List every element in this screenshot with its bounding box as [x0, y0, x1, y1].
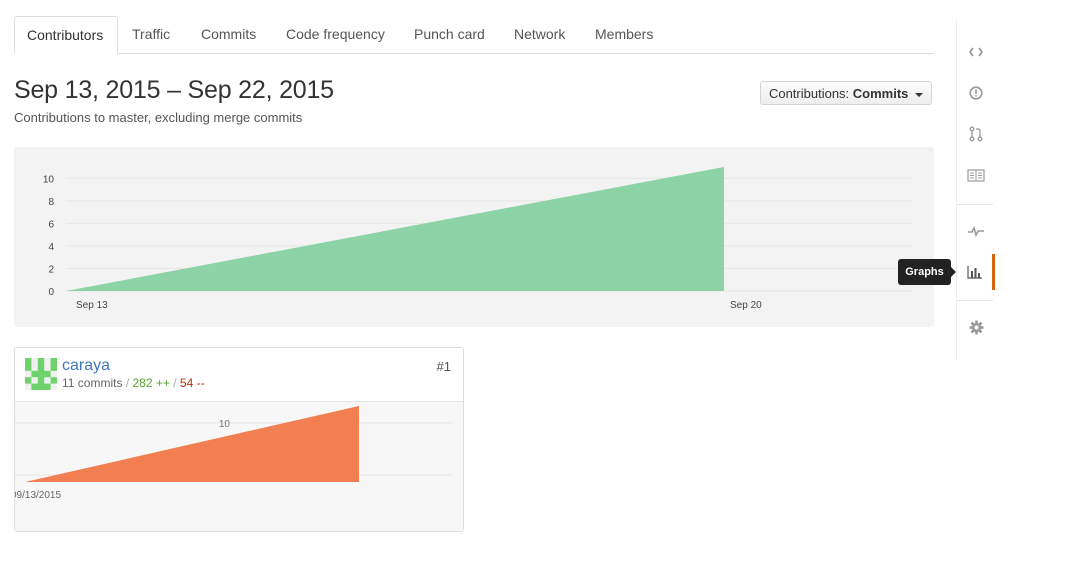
x-tick-label: Sep 13 — [76, 300, 108, 311]
issue-icon — [969, 86, 983, 100]
tab-commits[interactable]: Commits — [189, 16, 268, 53]
x-tick-label: 09/13/2015 — [15, 490, 61, 501]
settings-icon — [968, 319, 984, 335]
x-tick-label: Sep 20 — [730, 300, 762, 311]
date-range-title: Sep 13, 2015 – Sep 22, 2015 — [14, 76, 334, 104]
sidebar-item-code[interactable] — [957, 34, 995, 70]
sidebar-item-graphs[interactable] — [957, 254, 995, 290]
commits-area — [66, 167, 724, 291]
sidebar-item-pull-requests[interactable] — [957, 116, 995, 152]
contributor-name-link[interactable]: caraya — [62, 357, 110, 375]
graphs-tooltip: Graphs — [898, 259, 956, 285]
commits-area — [25, 406, 359, 482]
contributions-select-button[interactable]: Contributions: Commits — [760, 81, 932, 105]
wiki-icon — [967, 168, 985, 182]
stats-separator: / — [125, 376, 130, 390]
contributor-rank: #1 — [436, 359, 451, 374]
contributor-card-header: caraya 11 commits / 282 ++ / 54 -- #1 — [15, 348, 463, 402]
caret-down-icon — [915, 92, 924, 97]
sidebar-item-issues[interactable] — [957, 75, 995, 111]
pulse-icon — [968, 225, 984, 237]
sidebar-item-pulse[interactable] — [957, 213, 995, 249]
stats-separator: / — [173, 376, 177, 390]
sidebar-divider — [957, 204, 993, 205]
tab-members[interactable]: Members — [583, 16, 665, 53]
y-tick-label: 10 — [219, 419, 231, 430]
select-prefix: Contributions: — [768, 86, 850, 101]
pull-request-icon — [969, 126, 983, 142]
sidebar-item-wiki[interactable] — [957, 157, 995, 193]
deletions-count: 54 -- — [179, 376, 205, 390]
contributor-chart: 10 09/13/2015 — [15, 402, 463, 531]
repo-sidebar — [956, 20, 995, 360]
contributor-card: caraya 11 commits / 282 ++ / 54 -- #1 10… — [14, 347, 464, 532]
y-tick-label: 8 — [48, 197, 54, 208]
graph-icon — [966, 266, 982, 279]
tab-punch-card[interactable]: Punch card — [402, 16, 497, 53]
y-tick-label: 2 — [48, 264, 54, 275]
avatar[interactable] — [25, 358, 57, 390]
contributions-chart-svg: 0 2 4 6 8 10 Sep 13 Sep 20 — [43, 167, 912, 311]
sidebar-item-settings[interactable] — [957, 309, 995, 345]
y-tick-label: 10 — [43, 174, 55, 185]
sidebar-divider — [957, 300, 993, 301]
tab-network[interactable]: Network — [502, 16, 577, 53]
contributor-stats: 11 commits / 282 ++ / 54 -- — [62, 376, 205, 390]
select-value: Commits — [852, 86, 909, 101]
graph-tabs: Contributors Traffic Commits Code freque… — [14, 16, 934, 54]
tab-contributors[interactable]: Contributors — [14, 16, 118, 54]
code-icon — [969, 47, 983, 57]
identicon-icon — [25, 358, 57, 390]
tab-code-frequency[interactable]: Code frequency — [274, 16, 397, 53]
chart-subtitle: Contributions to master, excluding merge… — [14, 110, 303, 125]
contributions-chart: 0 2 4 6 8 10 Sep 13 Sep 20 — [14, 147, 934, 327]
contributor-chart-svg: 10 09/13/2015 — [15, 406, 453, 501]
y-tick-label: 6 — [48, 219, 54, 230]
y-tick-label: 4 — [48, 242, 54, 253]
commit-count[interactable]: 11 commits — [62, 376, 122, 390]
additions-count: 282 ++ — [132, 376, 170, 390]
tab-traffic[interactable]: Traffic — [120, 16, 182, 53]
y-tick-label: 0 — [48, 287, 54, 298]
